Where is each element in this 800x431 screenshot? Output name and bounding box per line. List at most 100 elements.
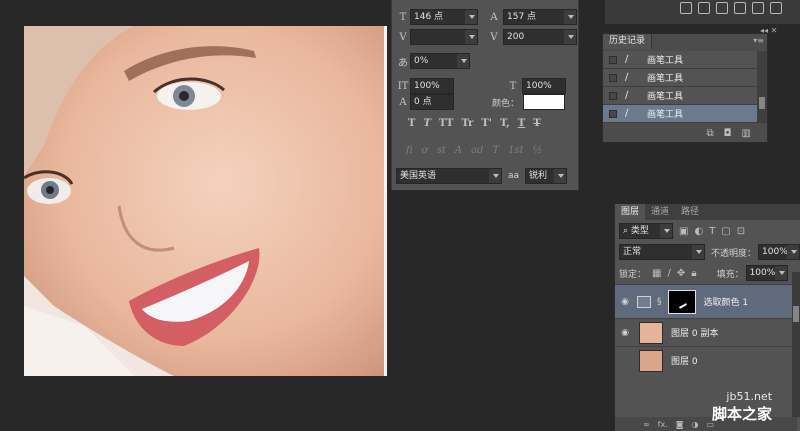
kerning-field[interactable]: [410, 29, 478, 45]
chevron-down-icon[interactable]: [564, 10, 576, 24]
layers-scrollbar[interactable]: [792, 272, 800, 417]
font-size-field[interactable]: 146 点: [410, 9, 478, 25]
ordinals-button[interactable]: 1st: [508, 145, 524, 156]
subscript-button[interactable]: T,: [500, 118, 510, 129]
pixel-filter-icon[interactable]: ▣: [679, 226, 688, 237]
opacity-field[interactable]: 100%: [758, 244, 800, 260]
layer-row-copy[interactable]: ◉ 图层 0 副本: [615, 318, 797, 346]
tab-paths[interactable]: 路径: [675, 204, 705, 220]
stylistic-alternates-button[interactable]: A: [455, 145, 462, 156]
shape-filter-icon[interactable]: ▢: [721, 226, 730, 237]
layer-row-base[interactable]: 图层 0: [615, 346, 797, 374]
baseline-shift-field[interactable]: 0 点: [410, 94, 454, 110]
fractions-button[interactable]: ½: [533, 145, 543, 156]
watermark-name: 脚本之家: [712, 405, 773, 423]
anti-alias-value: 锐利: [529, 171, 548, 181]
scroll-thumb[interactable]: [793, 306, 799, 322]
swash-button[interactable]: st: [437, 145, 446, 156]
layer-style-button[interactable]: fx.: [658, 420, 668, 429]
tab-channels[interactable]: 通道: [645, 204, 675, 220]
snapshot-icon[interactable]: ◘: [724, 128, 732, 139]
leading-field[interactable]: 157 点: [503, 9, 577, 25]
superscript-button[interactable]: T': [481, 118, 492, 129]
chevron-down-icon[interactable]: [564, 30, 576, 44]
swatches-icon[interactable]: [752, 2, 764, 14]
chevron-down-icon[interactable]: [554, 169, 567, 183]
language-value: 美国英语: [400, 171, 437, 181]
tab-history[interactable]: 历史记录: [603, 34, 653, 49]
tracking-field[interactable]: 200: [503, 29, 577, 45]
chevron-down-icon[interactable]: [692, 245, 704, 259]
link-layers-icon[interactable]: ∞: [643, 420, 650, 429]
smart-object-filter-icon[interactable]: ⊡: [737, 226, 745, 237]
history-checkbox[interactable]: [609, 55, 617, 64]
history-checkbox[interactable]: [609, 73, 617, 82]
info-icon[interactable]: [716, 2, 728, 14]
chevron-down-icon[interactable]: [787, 245, 800, 259]
panel-menu-icon[interactable]: ▾≡: [753, 36, 764, 45]
layer-name: 选取颜色 1: [703, 298, 749, 308]
eye-icon[interactable]: ◉: [615, 328, 635, 338]
history-item-selected[interactable]: ∕ 画笔工具: [603, 105, 757, 123]
lock-transparent-icon[interactable]: ▦: [652, 268, 661, 279]
faux-italic-button[interactable]: T: [423, 118, 430, 129]
history-item[interactable]: ∕ 画笔工具: [603, 69, 757, 87]
panel-icons: [680, 2, 782, 14]
new-adjustment-icon[interactable]: ◑: [692, 420, 699, 429]
history-item[interactable]: ∕ 画笔工具: [603, 51, 757, 69]
faux-bold-button[interactable]: T: [408, 118, 415, 129]
eye-icon[interactable]: ◉: [615, 297, 635, 307]
text-color-swatch[interactable]: [523, 94, 566, 110]
history-scrollbar[interactable]: [757, 51, 767, 123]
ornaments-button[interactable]: T: [492, 145, 499, 156]
discretionary-ligatures-button[interactable]: ơ: [422, 145, 428, 156]
fill-field[interactable]: 100%: [745, 265, 788, 281]
vertical-scale-field[interactable]: 100%: [410, 78, 454, 94]
chevron-down-icon[interactable]: [465, 10, 477, 24]
add-mask-icon[interactable]: ◙: [676, 420, 684, 429]
styles-icon[interactable]: [770, 2, 782, 14]
ligatures-button[interactable]: fi: [406, 145, 413, 156]
watermark: jb51.net 脚本之家: [712, 390, 772, 424]
history-checkbox[interactable]: [609, 91, 617, 100]
adjustment-filter-icon[interactable]: ◐: [694, 226, 703, 237]
chevron-down-icon[interactable]: [774, 266, 787, 280]
chevron-down-icon[interactable]: [457, 54, 469, 68]
history-item[interactable]: ∕ 画笔工具: [603, 87, 757, 105]
scroll-thumb[interactable]: [759, 97, 765, 109]
horizontal-scale-field[interactable]: 100%: [522, 78, 566, 94]
trash-icon[interactable]: ▥: [742, 128, 751, 139]
history-checkbox[interactable]: [609, 109, 617, 118]
document-canvas[interactable]: [24, 26, 384, 376]
chevron-down-icon[interactable]: [465, 30, 477, 44]
titling-alternates-button[interactable]: ad: [471, 145, 483, 156]
type-style-buttons: T T TT Tr T' T, T T: [408, 118, 541, 129]
chevron-down-icon[interactable]: [489, 169, 501, 183]
navigator-icon[interactable]: [698, 2, 710, 14]
lock-position-icon[interactable]: ✥: [677, 268, 685, 279]
type-filter-icon[interactable]: T: [709, 226, 715, 237]
lock-all-icon[interactable]: 🔒︎: [691, 268, 696, 279]
language-select[interactable]: 美国英语: [396, 168, 502, 184]
tab-layers[interactable]: 图层: [615, 204, 646, 220]
chevron-down-icon[interactable]: [660, 224, 672, 238]
canvas-edge: [384, 26, 387, 376]
new-document-from-state-icon[interactable]: ⧉: [706, 128, 713, 139]
anti-alias-select[interactable]: 锐利: [525, 168, 568, 184]
strikethrough-button[interactable]: T: [533, 118, 540, 129]
tsume-field[interactable]: 0%: [410, 53, 470, 69]
layer-filter-select[interactable]: ⌕ 类型: [619, 223, 673, 239]
blend-mode-select[interactable]: 正常: [619, 244, 705, 260]
underline-button[interactable]: T: [518, 118, 525, 129]
layer-row-selective-color[interactable]: ◉ § 选取颜色 1: [615, 284, 797, 318]
layer-name: 图层 0: [671, 357, 698, 367]
all-caps-button[interactable]: TT: [439, 118, 454, 129]
link-icon[interactable]: §: [657, 297, 662, 307]
brush-icon: ∕: [625, 108, 629, 119]
lock-pixels-icon[interactable]: ∕: [667, 268, 670, 279]
small-caps-button[interactable]: Tr: [461, 118, 473, 129]
color-icon[interactable]: [734, 2, 746, 14]
layer-mask-thumbnail[interactable]: [667, 289, 696, 314]
baseline-shift-value: 0 点: [414, 97, 432, 107]
histogram-icon[interactable]: [680, 2, 692, 14]
